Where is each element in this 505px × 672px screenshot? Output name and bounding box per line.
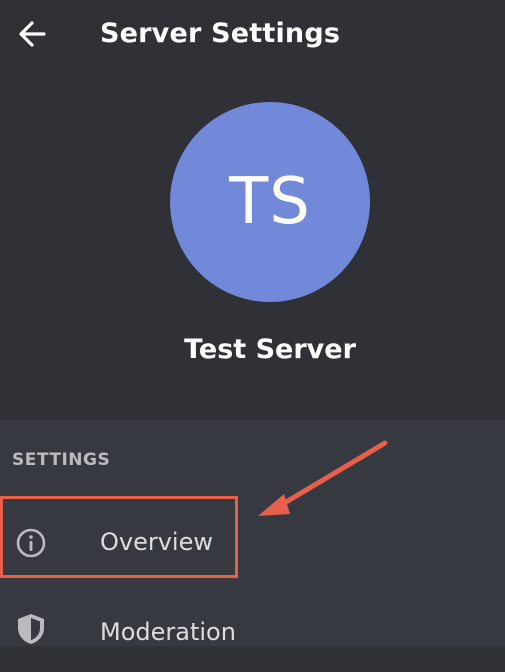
annotation-arrow <box>258 440 388 516</box>
